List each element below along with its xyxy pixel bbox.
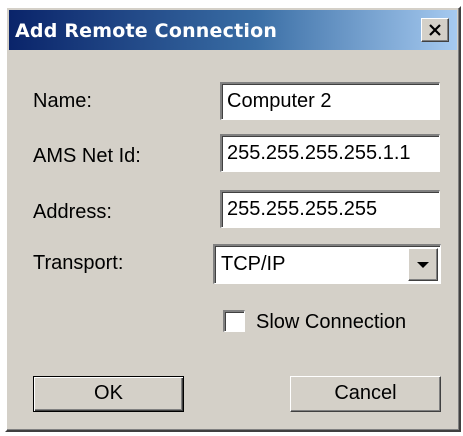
close-button[interactable]: [421, 18, 449, 42]
transport-dropdown-button[interactable]: [408, 248, 438, 281]
cancel-button[interactable]: Cancel: [290, 376, 441, 412]
close-icon: [429, 24, 441, 36]
title-bar: Add Remote Connection: [9, 10, 457, 50]
transport-label: Transport:: [33, 252, 124, 274]
name-field[interactable]: Computer 2: [220, 82, 440, 120]
chevron-down-icon: [417, 261, 429, 268]
transport-selected-value: TCP/IP: [221, 253, 286, 275]
ok-button[interactable]: OK: [33, 376, 184, 412]
ams-net-id-field[interactable]: 255.255.255.255.1.1: [220, 134, 440, 172]
slow-connection-checkbox[interactable]: [223, 310, 245, 332]
address-label: Address:: [33, 201, 112, 223]
slow-connection-label[interactable]: Slow Connection: [256, 311, 406, 334]
address-field[interactable]: 255.255.255.255: [220, 190, 440, 228]
transport-select[interactable]: TCP/IP: [213, 244, 441, 284]
dialog-title: Add Remote Connection: [15, 20, 278, 42]
add-remote-connection-dialog: Add Remote Connection Name: Computer 2 A…: [5, 6, 461, 432]
ams-net-id-label: AMS Net Id:: [33, 145, 141, 167]
name-label: Name:: [33, 90, 92, 112]
